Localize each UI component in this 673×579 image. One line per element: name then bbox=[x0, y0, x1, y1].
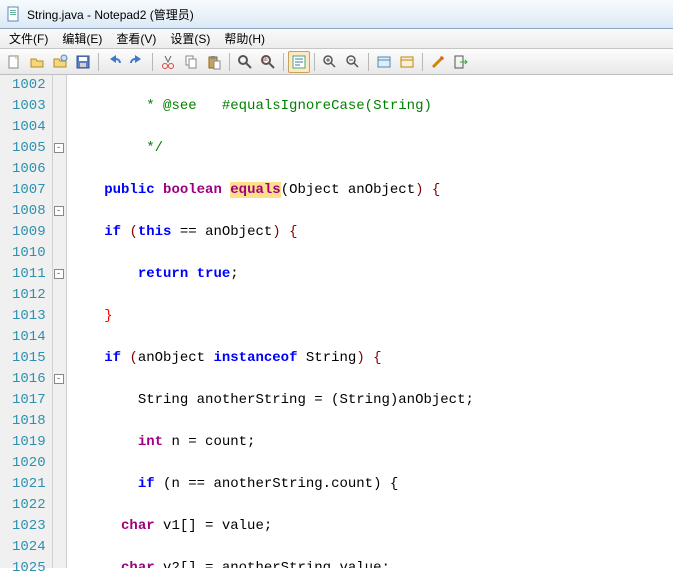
highlighted-method: equals bbox=[230, 182, 280, 198]
undo-icon[interactable] bbox=[103, 51, 125, 73]
line-number: 1025 bbox=[12, 558, 46, 579]
menubar: 文件(F) 编辑(E) 查看(V) 设置(S) 帮助(H) bbox=[0, 29, 673, 49]
menu-edit[interactable]: 编辑(E) bbox=[55, 29, 109, 48]
line-number: 1015 bbox=[12, 348, 46, 369]
line-number: 1018 bbox=[12, 411, 46, 432]
separator bbox=[314, 53, 315, 71]
menu-settings[interactable]: 设置(S) bbox=[163, 29, 217, 48]
save-icon[interactable] bbox=[72, 51, 94, 73]
line-number: 1024 bbox=[12, 537, 46, 558]
redo-icon[interactable] bbox=[126, 51, 148, 73]
syntax-icon[interactable] bbox=[427, 51, 449, 73]
line-number: 1008 bbox=[12, 201, 46, 222]
scheme-icon[interactable] bbox=[373, 51, 395, 73]
cut-icon[interactable] bbox=[157, 51, 179, 73]
fold-toggle-icon[interactable]: - bbox=[54, 374, 64, 384]
line-number: 1022 bbox=[12, 495, 46, 516]
menu-help[interactable]: 帮助(H) bbox=[217, 29, 272, 48]
separator bbox=[152, 53, 153, 71]
line-number: 1003 bbox=[12, 96, 46, 117]
line-number: 1023 bbox=[12, 516, 46, 537]
line-number: 1012 bbox=[12, 285, 46, 306]
line-number: 1005 bbox=[12, 138, 46, 159]
line-number: 1004 bbox=[12, 117, 46, 138]
svg-text:ab: ab bbox=[262, 57, 268, 63]
line-number: 1017 bbox=[12, 390, 46, 411]
menu-view[interactable]: 查看(V) bbox=[109, 29, 163, 48]
find-icon[interactable] bbox=[234, 51, 256, 73]
wordwrap-icon[interactable] bbox=[288, 51, 310, 73]
line-number: 1011 bbox=[12, 264, 46, 285]
replace-icon[interactable]: ab bbox=[257, 51, 279, 73]
line-number: 1010 bbox=[12, 243, 46, 264]
line-number: 1019 bbox=[12, 432, 46, 453]
new-icon[interactable] bbox=[3, 51, 25, 73]
separator bbox=[98, 53, 99, 71]
fold-toggle-icon[interactable]: - bbox=[54, 143, 64, 153]
fold-column[interactable]: - - - - bbox=[53, 75, 67, 568]
separator bbox=[229, 53, 230, 71]
history-icon[interactable] bbox=[49, 51, 71, 73]
line-number: 1013 bbox=[12, 306, 46, 327]
line-number: 1006 bbox=[12, 159, 46, 180]
code-area[interactable]: * @see #equalsIgnoreCase(String) */ publ… bbox=[67, 75, 673, 568]
line-number: 1007 bbox=[12, 180, 46, 201]
line-number: 1014 bbox=[12, 327, 46, 348]
menu-file[interactable]: 文件(F) bbox=[2, 29, 55, 48]
line-number: 1021 bbox=[12, 474, 46, 495]
toolbar: ab bbox=[0, 49, 673, 75]
code-comment: * @see #equalsIgnoreCase(String) bbox=[146, 98, 432, 114]
fold-toggle-icon[interactable]: - bbox=[54, 269, 64, 279]
app-icon bbox=[6, 6, 22, 22]
line-number: 1016 bbox=[12, 369, 46, 390]
line-number: 1009 bbox=[12, 222, 46, 243]
code-comment: */ bbox=[146, 140, 163, 156]
customize-icon[interactable] bbox=[396, 51, 418, 73]
separator bbox=[368, 53, 369, 71]
open-icon[interactable] bbox=[26, 51, 48, 73]
window-title: String.java - Notepad2 (管理员) bbox=[27, 6, 194, 23]
matched-brace: } bbox=[104, 308, 112, 324]
exit-icon[interactable] bbox=[450, 51, 472, 73]
line-number-gutter: 1002100310041005100610071008100910101011… bbox=[0, 75, 53, 568]
paste-icon[interactable] bbox=[203, 51, 225, 73]
separator bbox=[422, 53, 423, 71]
copy-icon[interactable] bbox=[180, 51, 202, 73]
line-number: 1020 bbox=[12, 453, 46, 474]
fold-toggle-icon[interactable]: - bbox=[54, 206, 64, 216]
separator bbox=[283, 53, 284, 71]
line-number: 1002 bbox=[12, 75, 46, 96]
zoom-in-icon[interactable] bbox=[319, 51, 341, 73]
editor[interactable]: 1002100310041005100610071008100910101011… bbox=[0, 75, 673, 568]
zoom-out-icon[interactable] bbox=[342, 51, 364, 73]
titlebar: String.java - Notepad2 (管理员) bbox=[0, 0, 673, 29]
